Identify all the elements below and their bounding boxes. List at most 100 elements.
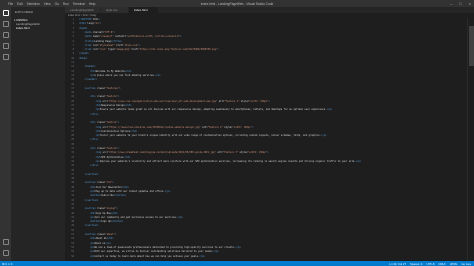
code-line[interactable]: 5 <meta name="viewport" content="width=d…	[65, 35, 465, 38]
status-item[interactable]: ⊗ 0 ⚠ 0	[2, 262, 12, 266]
code-line[interactable]: 42 <button>Subscribe</button>	[65, 194, 465, 197]
code-line[interactable]: 36	[65, 169, 465, 172]
code-line[interactable]: 30	[65, 143, 465, 146]
code-line[interactable]: 37 </section>	[65, 173, 465, 176]
code-line[interactable]: 6 <title>Landing Page</title>	[65, 40, 465, 43]
code-line[interactable]: 22 <p>Ensure your website looks great on…	[65, 108, 465, 111]
code-line[interactable]: 47 <p>Join our community and get exclusi…	[65, 216, 465, 219]
code-line[interactable]: 2 <html lang="en">	[65, 22, 465, 25]
code-line[interactable]: 31 <div class="feature">	[65, 147, 465, 150]
line-number: 22	[71, 108, 74, 112]
code-line[interactable]: 18	[65, 91, 465, 94]
code-text: <p>Contact us today to learn more about …	[90, 254, 205, 258]
status-item[interactable]: Ln 40, Col 27	[389, 262, 406, 266]
code-line[interactable]: 16	[65, 83, 465, 86]
close-icon[interactable]: ×	[469, 1, 471, 6]
search-icon[interactable]	[2, 21, 9, 27]
code-line[interactable]: 54 <p>We are a team of passionate profes…	[65, 246, 465, 249]
code-line[interactable]: 52 <h2>About Us</h2>	[65, 237, 465, 240]
code-text: </header>	[84, 78, 98, 82]
minimize-icon[interactable]: –	[450, 1, 452, 6]
line-number: 4	[72, 30, 74, 34]
code-line[interactable]: 15 </header>	[65, 78, 465, 81]
sidebar-header: EXPLORER	[15, 10, 33, 14]
explorer-icon[interactable]	[2, 10, 9, 16]
status-item[interactable]: HTML	[450, 262, 458, 266]
code-line[interactable]: 27 <h2>Customization Options</h2>	[65, 130, 465, 133]
code-line[interactable]: 48 <button>Sign Up</button>	[65, 220, 465, 223]
code-line[interactable]: 17 <section class="features">	[65, 87, 465, 90]
code-line[interactable]: 50	[65, 229, 465, 232]
code-line[interactable]: 7 <link rel="stylesheet" href="style.css…	[65, 44, 465, 47]
code-line[interactable]: 29 </div>	[65, 138, 465, 141]
code-line[interactable]: 43 </section>	[65, 199, 465, 202]
code-line[interactable]: 39 <section class="cta">	[65, 181, 465, 184]
code-line[interactable]: 14 <p>A place where you can find amazing…	[65, 74, 465, 77]
code-text: <head>	[79, 26, 88, 30]
code-line[interactable]: 40 <h2>Join Our Newsletter</h2>	[65, 186, 465, 189]
code-line[interactable]: 3 <head>	[65, 27, 465, 30]
tab-index-html[interactable]: index.html	[129, 7, 159, 13]
code-line[interactable]: 46 <h2>Sign Up Now</h2>	[65, 212, 465, 215]
code-line[interactable]: 13 <h1>Welcome to My Website</h1>	[65, 70, 465, 73]
code-text: <meta charset="UTF-8">	[84, 30, 115, 34]
code-line[interactable]: 11	[65, 61, 465, 64]
line-number: 6	[72, 39, 74, 43]
code-line[interactable]: 33 <h2>SEO Optimization</h2>	[65, 156, 465, 159]
line-number: 20	[71, 99, 74, 103]
gear-icon[interactable]	[2, 250, 9, 256]
status-item[interactable]: CRLF	[438, 262, 445, 266]
line-number: 19	[71, 95, 74, 99]
code-line[interactable]: 45 <section class="signup">	[65, 207, 465, 210]
code-line[interactable]: 26 <img src="https://resources.stackcss.…	[65, 126, 465, 129]
code-line[interactable]: 21 <h2>Responsive Design</h2>	[65, 104, 465, 107]
line-number: 33	[71, 155, 74, 159]
code-line[interactable]: 25 <div class="feature">	[65, 121, 465, 124]
code-editor[interactable]: 1 <!DOCTYPE html> 2 <html lang="en"> 3 <head>…	[65, 18, 465, 261]
code-text: <p>Tailor your website to your brand's u…	[95, 134, 327, 138]
code-line[interactable]: 8 <link rel="icon" type="image/png" href…	[65, 48, 465, 51]
code-line[interactable]: 20 <img src="https://www.css.com/applica…	[65, 100, 465, 103]
code-line[interactable]: 23 </div>	[65, 113, 465, 116]
code-text: <section class="cta">	[84, 181, 114, 185]
run-debug-icon[interactable]	[2, 43, 9, 49]
code-line[interactable]: 1 <!DOCTYPE html>	[65, 18, 465, 21]
code-line[interactable]: 9 </head>	[65, 52, 465, 55]
code-line[interactable]: 34 <p>Improve your website's visibility …	[65, 160, 465, 163]
editor-scrollbar[interactable]	[467, 18, 474, 261]
line-number: 3	[72, 26, 74, 30]
account-icon[interactable]	[2, 239, 9, 245]
extensions-icon[interactable]	[2, 54, 9, 60]
code-line[interactable]: 41 <p>Stay up to date with our latest up…	[65, 190, 465, 193]
code-line[interactable]: 55 <p>With our expertise, we strive to d…	[65, 250, 465, 253]
code-line[interactable]: 24	[65, 117, 465, 120]
scroll-thumb[interactable]	[469, 26, 474, 66]
code-line[interactable]: 38	[65, 177, 465, 180]
source-control-icon[interactable]	[2, 32, 9, 38]
code-line[interactable]: 35 </div>	[65, 164, 465, 167]
line-number: 37	[71, 172, 74, 176]
code-line[interactable]: 56 <p>Contact us today to learn more abo…	[65, 255, 465, 258]
code-line[interactable]: 44	[65, 203, 465, 206]
code-line[interactable]: 12 <header>	[65, 65, 465, 68]
code-line[interactable]: 53 <p>About us</p>	[65, 242, 465, 245]
line-number: 24	[71, 116, 74, 120]
line-number: 50	[71, 228, 74, 232]
maximize-icon[interactable]: □	[459, 1, 461, 6]
status-item[interactable]: UTF-8	[426, 262, 434, 266]
code-line[interactable]: 10 <body>	[65, 57, 465, 60]
tab-landingpageweb[interactable]: LandingPageWeb	[65, 7, 101, 13]
code-line[interactable]: 4 <meta charset="UTF-8">	[65, 31, 465, 34]
code-text: <section class="features">	[84, 86, 121, 90]
code-line[interactable]: 19 <div class="feature">	[65, 95, 465, 98]
code-line[interactable]: 51 <section class="about">	[65, 233, 465, 236]
code-line[interactable]: 28 <p>Tailor your website to your brand'…	[65, 134, 465, 137]
status-item[interactable]: Go Live	[461, 262, 471, 266]
breadcrumb[interactable]: index.html > html > body	[68, 14, 96, 17]
status-item[interactable]: Spaces: 4	[410, 262, 422, 266]
code-line[interactable]: 32 <img src="https://www.dreamhost.com/b…	[65, 151, 465, 154]
tab-style-css[interactable]: style.css	[101, 7, 129, 13]
line-number: 2	[72, 22, 74, 26]
code-line[interactable]: 49 </section>	[65, 224, 465, 227]
sidebar-item-file[interactable]: index.html	[16, 26, 30, 30]
